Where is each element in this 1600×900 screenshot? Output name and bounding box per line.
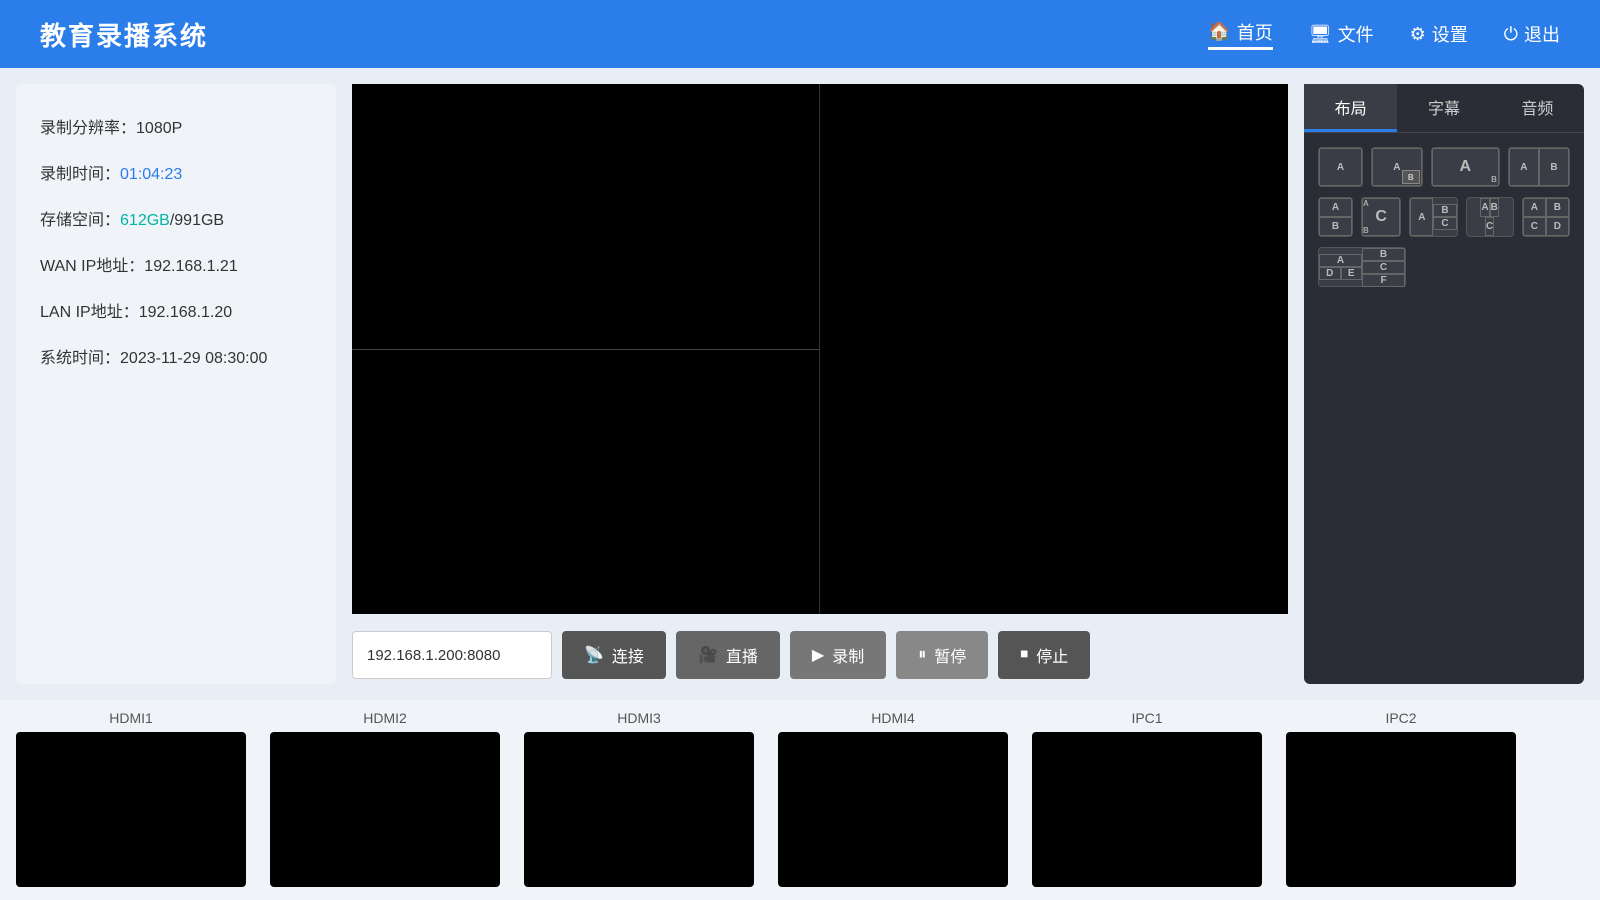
power-icon: ⏻ [1504,24,1518,45]
layout-option-ab-over-c[interactable]: A B C [1466,197,1514,237]
stop-icon: ⏹ [1020,646,1028,664]
nav-home[interactable]: 🏠 首页 [1208,19,1272,50]
live-button[interactable]: 🎥 直播 [676,631,780,679]
layout-option-a-over-b[interactable]: A B [1318,197,1353,237]
lan-ip-row: LAN IP地址：192.168.1.20 [40,298,312,322]
layout-option-a-b-small[interactable]: A B [1371,147,1423,187]
camera-hdmi2: HDMI2 [270,710,500,887]
app-title: 教育录播系统 [40,16,208,53]
info-panel: 录制分辨率：1080P 录制时间：01:04:23 存储空间：612GB/991… [16,84,336,684]
camera-hdmi2-preview [270,732,500,887]
center-panel: 📡 连接 🎥 直播 ▶ 录制 ⏸ 暂停 ⏹ 停止 [352,84,1288,684]
video-divider [352,349,820,350]
video-left [352,84,820,614]
camera-hdmi2-label: HDMI2 [363,710,407,726]
camera-hdmi4: HDMI4 [778,710,1008,887]
live-icon: 🎥 [698,645,718,665]
layout-grid: A A B A B A B [1304,133,1584,301]
tab-audio[interactable]: 音频 [1491,84,1584,132]
camera-ipc2-preview [1286,732,1516,887]
right-tabs: 布局 字幕 音频 [1304,84,1584,133]
camera-hdmi1: HDMI1 [16,710,246,887]
camera-hdmi4-preview [778,732,1008,887]
camera-ipc1-label: IPC1 [1131,710,1162,726]
home-icon: 🏠 [1208,21,1230,42]
layout-option-ab-side[interactable]: A B [1508,147,1570,187]
camera-hdmi3: HDMI3 [524,710,754,887]
camera-ipc2: IPC2 [1286,710,1516,887]
record-icon: ▶ [812,645,824,665]
camera-hdmi3-preview [524,732,754,887]
nav-settings[interactable]: ⚙ 设置 [1410,21,1468,47]
record-button[interactable]: ▶ 录制 [790,631,886,679]
layout-row-2: A B C A B A B C [1318,197,1570,237]
ip-input[interactable] [352,631,552,679]
gear-icon: ⚙ [1410,24,1426,45]
layout-row-3: A D E B C F [1318,247,1570,287]
connect-icon: 📡 [584,645,604,665]
video-container [352,84,1288,614]
system-time-row: 系统时间：2023-11-29 08:30:00 [40,344,312,368]
layout-option-6panel[interactable]: A D E B C F [1318,247,1406,287]
video-right [820,84,1288,614]
header-nav: 🏠 首页 🖥 文件 ⚙ 设置 ⏻ 退出 [1208,19,1560,50]
stop-button[interactable]: ⏹ 停止 [998,631,1090,679]
record-time-row: 录制时间：01:04:23 [40,160,312,184]
right-panel: 布局 字幕 音频 A A B A B [1304,84,1584,684]
nav-files[interactable]: 🖥 文件 [1309,21,1374,47]
tab-layout[interactable]: 布局 [1304,84,1397,132]
layout-option-single-a[interactable]: A [1318,147,1363,187]
wan-ip-row: WAN IP地址：192.168.1.21 [40,252,312,276]
camera-hdmi4-label: HDMI4 [871,710,915,726]
layout-row-1: A A B A B A B [1318,147,1570,187]
main-area: 录制分辨率：1080P 录制时间：01:04:23 存储空间：612GB/991… [0,68,1600,700]
header: 教育录播系统 🏠 首页 🖥 文件 ⚙ 设置 ⏻ 退出 [0,0,1600,68]
camera-hdmi1-preview [16,732,246,887]
storage-row: 存储空间：612GB/991GB [40,206,312,230]
layout-option-abcd[interactable]: A B C D [1522,197,1570,237]
tab-subtitle[interactable]: 字幕 [1397,84,1490,132]
layout-option-c-large[interactable]: C A B [1361,197,1401,237]
camera-ipc1: IPC1 [1032,710,1262,887]
pause-button[interactable]: ⏸ 暂停 [896,631,988,679]
pause-icon: ⏸ [918,646,926,664]
camera-ipc2-label: IPC2 [1385,710,1416,726]
resolution-row: 录制分辨率：1080P [40,114,312,138]
nav-exit[interactable]: ⏻ 退出 [1504,21,1560,47]
connect-button[interactable]: 📡 连接 [562,631,666,679]
layout-option-large-ab[interactable]: A B [1431,147,1500,187]
camera-ipc1-preview [1032,732,1262,887]
bottom-panel: HDMI1 HDMI2 HDMI3 HDMI4 IPC1 IPC2 [0,700,1600,900]
camera-hdmi3-label: HDMI3 [617,710,661,726]
camera-hdmi1-label: HDMI1 [109,710,153,726]
file-icon: 🖥 [1309,24,1332,45]
control-bar: 📡 连接 🎥 直播 ▶ 录制 ⏸ 暂停 ⏹ 停止 [352,626,1288,684]
layout-option-a-c[interactable]: A B C [1409,197,1457,237]
